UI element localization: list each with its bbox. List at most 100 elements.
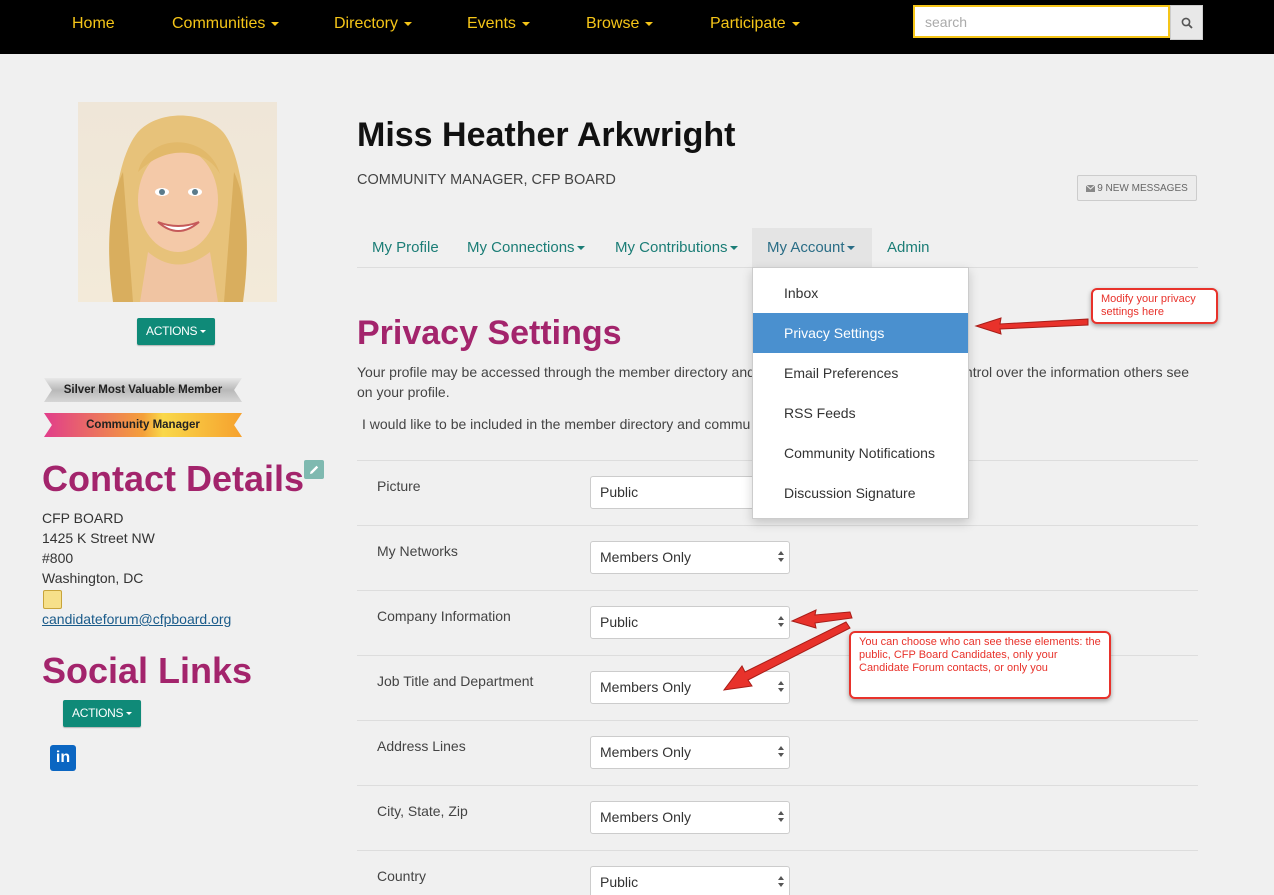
caret-down-icon — [126, 712, 133, 716]
row-divider — [357, 850, 1198, 851]
menu-item-rss-feeds[interactable]: RSS Feeds — [753, 393, 968, 433]
nav-label: Communities — [172, 15, 266, 32]
select-arrows-icon — [778, 681, 784, 695]
menu-item-community-notifications[interactable]: Community Notifications — [753, 433, 968, 473]
nav-home[interactable]: Home — [72, 15, 115, 33]
row-divider — [357, 590, 1198, 591]
envelope-icon — [1086, 184, 1096, 192]
row-divider — [357, 720, 1198, 721]
vcard-icon[interactable] — [43, 590, 62, 609]
visibility-callout: You can choose who can see these element… — [849, 631, 1111, 699]
select-arrows-icon — [778, 746, 784, 760]
tab-label: My Profile — [372, 239, 439, 256]
address-visibility-select[interactable]: Members Only — [590, 736, 790, 769]
intro-text: ntrol over the information others see — [964, 364, 1190, 380]
search-input[interactable] — [913, 5, 1170, 38]
search-icon — [1181, 17, 1193, 29]
select-value: Members Only — [600, 549, 692, 565]
select-value: Members Only — [600, 744, 692, 760]
nav-label: Browse — [586, 15, 640, 32]
my-account-dropdown: Inbox Privacy Settings Email Preferences… — [752, 267, 969, 519]
menu-item-discussion-signature[interactable]: Discussion Signature — [753, 473, 968, 513]
tab-label: My Contributions — [615, 239, 728, 256]
top-navbar: Home Communities Directory Events Browse… — [0, 0, 1274, 54]
caret-down-icon — [729, 246, 738, 251]
select-arrows-icon — [778, 876, 784, 890]
nav-label: Directory — [334, 15, 399, 32]
privacy-row-label: Company Information — [377, 608, 511, 624]
privacy-row-label: Address Lines — [377, 738, 466, 754]
badge-community-manager: Community Manager — [44, 413, 242, 437]
nav-events[interactable]: Events — [467, 15, 530, 33]
linkedin-icon[interactable]: in — [50, 745, 76, 771]
profile-photo — [78, 102, 277, 302]
country-visibility-select[interactable]: Public — [590, 866, 790, 895]
tab-my-profile[interactable]: My Profile — [357, 228, 454, 267]
select-arrows-icon — [778, 811, 784, 825]
nav-browse[interactable]: Browse — [586, 15, 654, 33]
profile-name: Miss Heather Arkwright — [357, 116, 736, 154]
select-value: Members Only — [600, 809, 692, 825]
nav-label: Events — [467, 15, 516, 32]
messages-label: 9 NEW MESSAGES — [1097, 182, 1188, 194]
new-messages-button[interactable]: 9 NEW MESSAGES — [1077, 175, 1197, 201]
linkedin-label: in — [55, 749, 71, 766]
company-visibility-select[interactable]: Public — [590, 606, 790, 639]
profile-title: COMMUNITY MANAGER, CFP BOARD — [357, 172, 616, 188]
menu-item-email-preferences[interactable]: Email Preferences — [753, 353, 968, 393]
select-value: Public — [600, 874, 639, 890]
row-divider — [357, 525, 1198, 526]
nav-label: Participate — [710, 15, 786, 32]
profile-actions-button[interactable]: ACTIONS — [137, 318, 216, 345]
tab-label: Admin — [887, 239, 930, 256]
social-links-heading: Social Links — [42, 650, 253, 691]
privacy-row-label: My Networks — [377, 543, 458, 559]
tab-my-connections[interactable]: My Connections — [452, 228, 600, 267]
networks-visibility-select[interactable]: Members Only — [590, 541, 790, 574]
page-title: Privacy Settings — [357, 314, 622, 352]
tab-my-contributions[interactable]: My Contributions — [600, 228, 753, 267]
caret-down-icon — [404, 21, 413, 26]
badge-label: Silver Most Valuable Member — [63, 384, 223, 396]
badge-label: Community Manager — [86, 419, 200, 431]
menu-item-inbox[interactable]: Inbox — [753, 273, 968, 313]
caret-down-icon — [791, 21, 800, 26]
privacy-row-label: Picture — [377, 478, 421, 494]
contact-details-heading: Contact Details — [42, 458, 305, 499]
tab-my-account[interactable]: My Account — [752, 228, 872, 267]
edit-contact-button[interactable] — [304, 460, 324, 479]
button-label: ACTIONS — [72, 706, 124, 720]
select-value: Members Only — [600, 679, 692, 695]
contact-company: CFP BOARD — [42, 510, 124, 526]
pencil-icon — [310, 465, 319, 474]
nav-participate[interactable]: Participate — [710, 15, 800, 33]
button-label: ACTIONS — [146, 324, 198, 338]
badge-silver-mvm: Silver Most Valuable Member — [44, 378, 242, 402]
caret-down-icon — [576, 246, 585, 251]
social-actions-button[interactable]: ACTIONS — [63, 700, 142, 727]
intro-text: Your profile may be accessed through the… — [357, 364, 755, 380]
caret-down-icon — [645, 21, 654, 26]
tab-label: My Account — [767, 239, 845, 256]
menu-item-privacy-settings[interactable]: Privacy Settings — [753, 313, 968, 353]
contact-email-link[interactable]: candidateforum@cfpboard.org — [42, 611, 231, 627]
tab-admin[interactable]: Admin — [872, 228, 945, 267]
directory-inclusion-text: I would like to be included in the membe… — [362, 416, 751, 432]
caret-down-icon — [271, 21, 280, 26]
callout-text: Modify your privacy settings here — [1101, 293, 1196, 318]
search-button[interactable] — [1170, 5, 1203, 40]
tab-label: My Connections — [467, 239, 575, 256]
select-value: Public — [600, 484, 639, 500]
contact-suite: #800 — [42, 550, 74, 566]
contact-city: Washington, DC — [42, 570, 144, 586]
privacy-row-label: Job Title and Department — [377, 673, 534, 689]
jobtitle-visibility-select[interactable]: Members Only — [590, 671, 790, 704]
select-arrows-icon — [778, 551, 784, 565]
nav-label: Home — [72, 15, 115, 32]
select-value: Public — [600, 614, 639, 630]
nav-communities[interactable]: Communities — [172, 15, 280, 33]
citystatezip-visibility-select[interactable]: Members Only — [590, 801, 790, 834]
row-divider — [357, 785, 1198, 786]
nav-directory[interactable]: Directory — [334, 15, 413, 33]
caret-down-icon — [200, 330, 207, 334]
